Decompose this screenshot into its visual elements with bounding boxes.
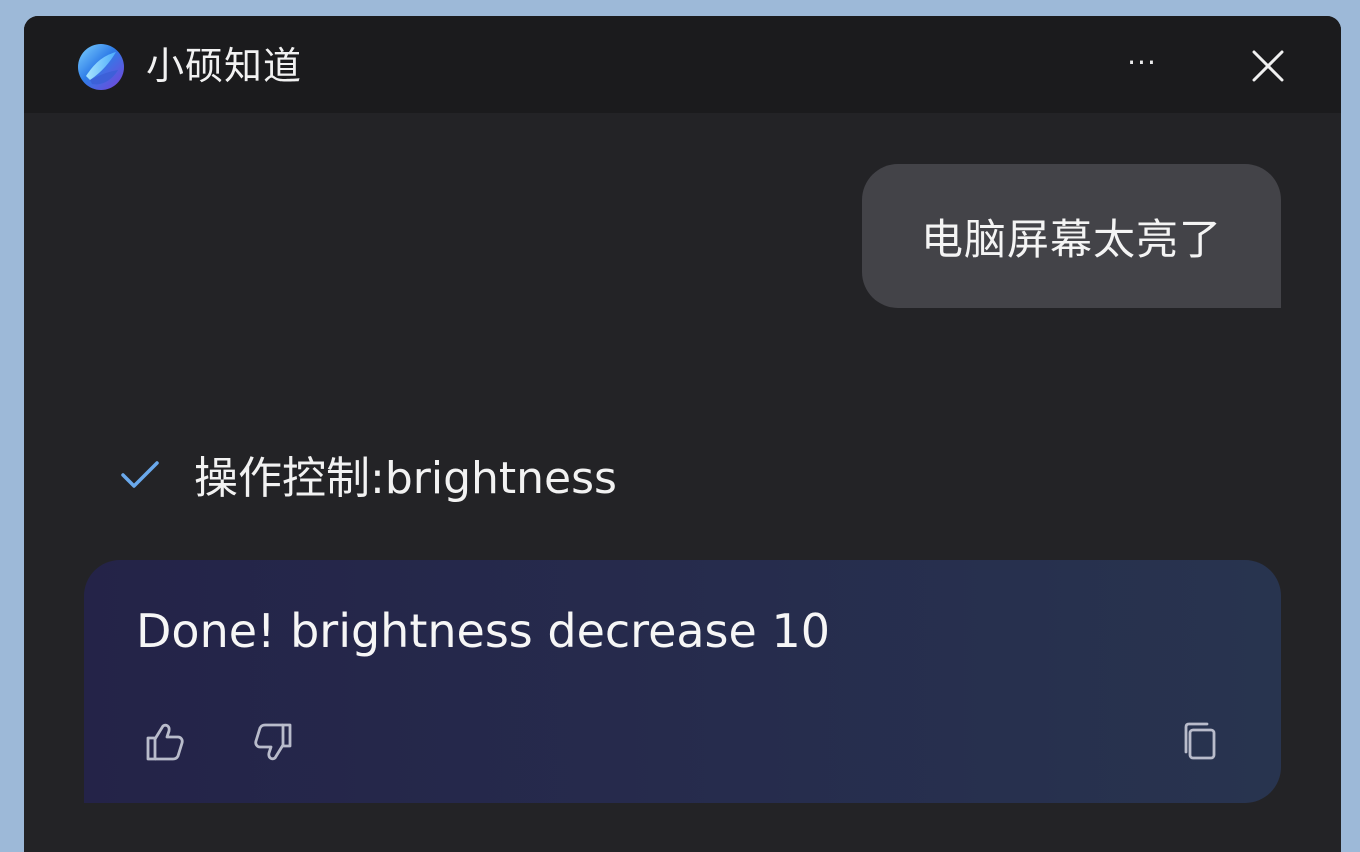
thumbs-down-icon[interactable] xyxy=(250,718,298,766)
more-options-button[interactable]: ··· xyxy=(1120,46,1164,86)
action-status-row: 操作控制:brightness xyxy=(118,444,617,504)
check-icon xyxy=(121,461,159,488)
close-icon[interactable] xyxy=(1248,46,1288,86)
title-bar: 小硕知道 ··· xyxy=(24,16,1341,113)
user-message-text: 电脑屏幕太亮了 xyxy=(920,214,1222,264)
assistant-response-text: Done! brightness decrease 10 xyxy=(136,604,830,658)
thumbs-up-icon[interactable] xyxy=(140,718,188,766)
copy-icon[interactable] xyxy=(1176,718,1224,766)
app-title: 小硕知道 xyxy=(146,44,303,88)
copilot-logo-icon xyxy=(78,44,124,90)
assistant-response-card: Done! brightness decrease 10 xyxy=(84,560,1281,803)
action-status-text: 操作控制:brightness xyxy=(194,453,617,504)
assistant-window: 小硕知道 ··· 电脑屏幕太亮了 操作控制:brightness Done! b… xyxy=(24,16,1341,852)
user-message-bubble: 电脑屏幕太亮了 xyxy=(862,164,1281,308)
